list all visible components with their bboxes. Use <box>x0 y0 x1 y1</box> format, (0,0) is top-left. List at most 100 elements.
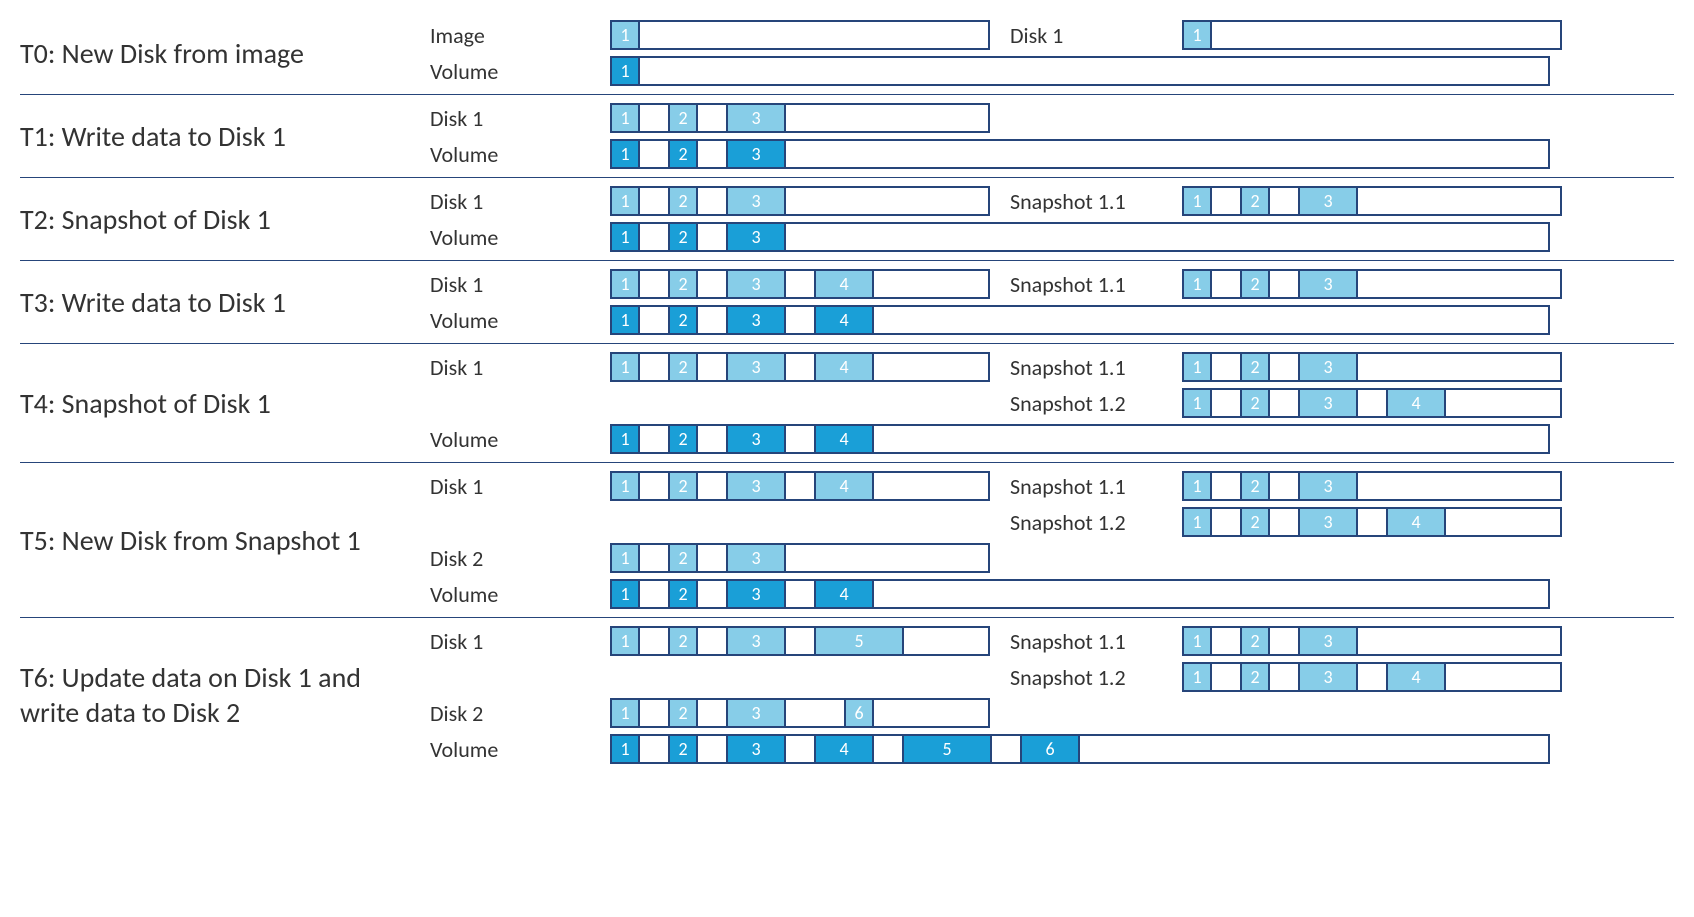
row-label: Volume <box>430 141 590 168</box>
row-bars: 1236 <box>610 698 1674 728</box>
bar-gap <box>1358 390 1388 416</box>
row: Disk 2 1236 <box>430 698 1674 728</box>
secondary-label: Snapshot 1.1 <box>1010 271 1160 298</box>
row-bars: 1234 <box>610 305 1674 335</box>
block-2: 2 <box>668 139 698 169</box>
block-3: 3 <box>726 626 786 656</box>
secondary: Disk 11 <box>1010 20 1562 50</box>
volume-bar: 1234 <box>610 579 1550 609</box>
step-title: T3: Write data to Disk 1 <box>20 269 430 335</box>
bar-gap <box>1270 390 1300 416</box>
bar-gap <box>1270 188 1300 214</box>
bar-gap <box>1212 390 1242 416</box>
row-label: Disk 1 <box>430 473 590 500</box>
row-bars: 1234Snapshot 1.1123 <box>610 471 1674 501</box>
disk-bar: 1234 <box>610 471 990 501</box>
secondary-label: Snapshot 1.1 <box>1010 188 1160 215</box>
bar-gap <box>640 271 670 297</box>
block-4: 4 <box>1386 662 1446 692</box>
row-bars: 1234Snapshot 1.1123 <box>610 352 1674 382</box>
block-1: 1 <box>1182 507 1212 537</box>
step-rows: Disk 1123Snapshot 1.1123Volume123 <box>430 186 1674 252</box>
row-label: Disk 2 <box>430 700 590 727</box>
step-t6: T6: Update data on Disk 1 and write data… <box>20 617 1674 772</box>
row: Snapshot 1.21234 <box>430 507 1674 537</box>
disk-bar: 123 <box>610 103 990 133</box>
block-6: 6 <box>844 698 874 728</box>
bar-gap <box>1270 271 1300 297</box>
bar-gap <box>640 105 670 131</box>
bar-gap <box>698 307 728 333</box>
secondary-label: Snapshot 1.2 <box>1010 390 1160 417</box>
image-bar: 1 <box>610 20 990 50</box>
volume-bar: 1 <box>610 56 1550 86</box>
snapshot-bar: 1234 <box>1182 662 1562 692</box>
row-bars: 123 <box>610 222 1674 252</box>
row-label: Volume <box>430 224 590 251</box>
block-4: 4 <box>814 734 874 764</box>
bar-gap <box>698 141 728 167</box>
row-label: Disk 1 <box>430 354 590 381</box>
block-1: 1 <box>610 222 640 252</box>
block-2: 2 <box>668 579 698 609</box>
block-1: 1 <box>610 579 640 609</box>
bar-gap <box>1270 664 1300 690</box>
bar-gap <box>698 473 728 499</box>
block-2: 2 <box>668 269 698 299</box>
block-3: 3 <box>726 352 786 382</box>
block-3: 3 <box>726 222 786 252</box>
step-rows: Disk 11235Snapshot 1.1123Snapshot 1.2123… <box>430 626 1674 764</box>
block-5: 5 <box>902 734 992 764</box>
row: Volume123456 <box>430 734 1674 764</box>
bar-gap <box>786 307 816 333</box>
row: Image1Disk 11 <box>430 20 1674 50</box>
bar-gap <box>1212 354 1242 380</box>
block-3: 3 <box>1298 662 1358 692</box>
step-title: T1: Write data to Disk 1 <box>20 103 430 169</box>
row-bars: Snapshot 1.21234 <box>610 662 1674 692</box>
block-2: 2 <box>1240 388 1270 418</box>
block-3: 3 <box>1298 186 1358 216</box>
step-t2: T2: Snapshot of Disk 1Disk 1123Snapshot … <box>20 177 1674 260</box>
block-3: 3 <box>726 579 786 609</box>
row-bars: 123 <box>610 139 1674 169</box>
secondary-label: Snapshot 1.1 <box>1010 628 1160 655</box>
block-1: 1 <box>1182 662 1212 692</box>
block-4: 4 <box>814 305 874 335</box>
block-2: 2 <box>668 352 698 382</box>
row-bars: 1 <box>610 56 1674 86</box>
snapshot-bar: 123 <box>1182 186 1562 216</box>
block-3: 3 <box>1298 388 1358 418</box>
step-title: T2: Snapshot of Disk 1 <box>20 186 430 252</box>
step-title: T0: New Disk from image <box>20 20 430 86</box>
row-label: Volume <box>430 426 590 453</box>
bar-gap <box>640 354 670 380</box>
block-2: 2 <box>668 103 698 133</box>
step-rows: Disk 11234Snapshot 1.1123Volume1234 <box>430 269 1674 335</box>
row: Volume1234 <box>430 424 1674 454</box>
block-3: 3 <box>726 734 786 764</box>
step-rows: Disk 11234Snapshot 1.1123Snapshot 1.2123… <box>430 352 1674 454</box>
bar-gap <box>698 545 728 571</box>
block-2: 2 <box>1240 507 1270 537</box>
step-title: T6: Update data on Disk 1 and write data… <box>20 626 430 764</box>
block-2: 2 <box>668 305 698 335</box>
bar-gap <box>698 426 728 452</box>
block-3: 3 <box>726 471 786 501</box>
bar-gap <box>1358 509 1388 535</box>
block-2: 2 <box>668 471 698 501</box>
step-t1: T1: Write data to Disk 1Disk 1123Volume1… <box>20 94 1674 177</box>
block-1: 1 <box>610 186 640 216</box>
row: Volume 123 <box>430 139 1674 169</box>
disk-bar: 1236 <box>610 698 990 728</box>
block-3: 3 <box>1298 352 1358 382</box>
row-label: Volume <box>430 307 590 334</box>
block-4: 4 <box>1386 388 1446 418</box>
block-3: 3 <box>1298 269 1358 299</box>
row-bars: 1 Disk 11 <box>610 20 1674 50</box>
block-2: 2 <box>668 424 698 454</box>
row-label: Disk 1 <box>430 271 590 298</box>
bar-gap <box>1270 354 1300 380</box>
block-2: 2 <box>668 626 698 656</box>
row: Disk 1123Snapshot 1.1123 <box>430 186 1674 216</box>
